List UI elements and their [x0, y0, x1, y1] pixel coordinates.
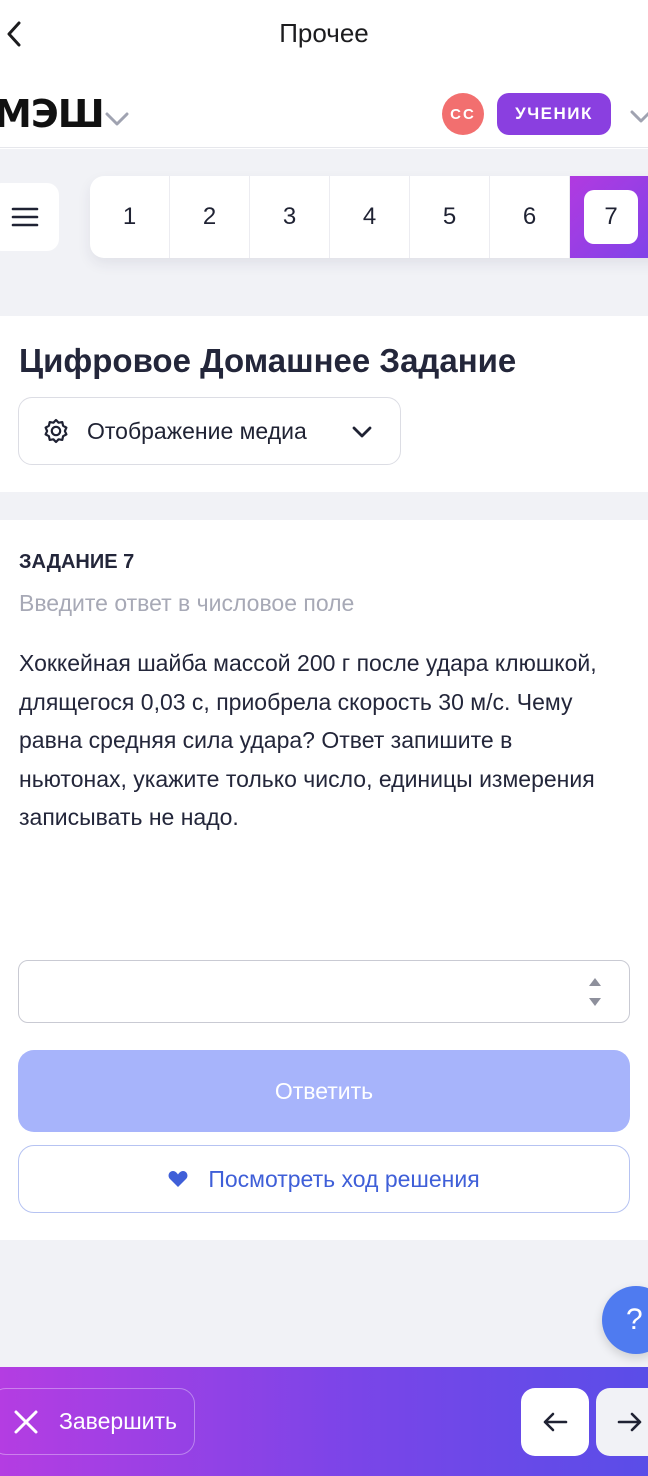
finish-button[interactable]: Завершить: [0, 1388, 195, 1455]
page-title: Цифровое Домашнее Задание: [19, 342, 517, 379]
task-card: ЗАДАНИЕ 7 Введите ответ в числовое поле …: [0, 520, 648, 1240]
task-tab-3[interactable]: 3: [250, 176, 330, 258]
bottom-bar: Завершить: [0, 1367, 648, 1476]
finish-label: Завершить: [59, 1408, 178, 1434]
role-chevron-down-icon[interactable]: [626, 102, 648, 132]
submit-answer-button[interactable]: Ответить: [18, 1050, 630, 1132]
section-divider: [0, 492, 648, 520]
gear-icon: [44, 418, 68, 444]
avatar[interactable]: СС: [442, 93, 484, 135]
hamburger-icon: [11, 207, 38, 227]
task-tabs: 1 2 3 4 5 6 7: [90, 176, 648, 258]
title-card: Цифровое Домашнее Задание Отображение ме…: [0, 316, 648, 492]
task-navigator: 1 2 3 4 5 6 7: [0, 149, 648, 316]
top-bar: Прочее: [0, 0, 648, 68]
chevron-down-icon: [352, 426, 372, 438]
arrow-left-icon: [543, 1412, 568, 1432]
app-logo[interactable]: МЭШ: [0, 92, 105, 136]
media-display-button[interactable]: Отображение медиа: [18, 397, 401, 465]
chevron-down-icon[interactable]: [100, 102, 134, 136]
view-solution-button[interactable]: Посмотреть ход решения: [18, 1145, 630, 1213]
answer-field[interactable]: [18, 960, 630, 1023]
arrow-right-icon: [617, 1412, 642, 1432]
active-task-number: 7: [584, 190, 638, 244]
page-header-title: Прочее: [279, 18, 369, 48]
close-icon: [14, 1410, 38, 1433]
task-tab-2[interactable]: 2: [170, 176, 250, 258]
role-badge[interactable]: УЧЕНИК: [497, 93, 611, 135]
task-text: Хоккейная шайба массой 200 г после удара…: [19, 650, 597, 830]
task-tab-4[interactable]: 4: [330, 176, 410, 258]
menu-button[interactable]: [0, 183, 59, 251]
task-tab-6[interactable]: 6: [490, 176, 570, 258]
task-tab-7-active[interactable]: 7: [570, 176, 648, 258]
number-stepper-icon[interactable]: [587, 975, 603, 1009]
answer-input[interactable]: [19, 961, 579, 1021]
app-header: МЭШ СС УЧЕНИК: [0, 78, 648, 148]
heart-icon: [168, 1171, 188, 1187]
bottom-spacer: [0, 1240, 648, 1367]
previous-task-button[interactable]: [521, 1388, 589, 1456]
view-solution-label: Посмотреть ход решения: [208, 1165, 480, 1192]
media-display-label: Отображение медиа: [87, 417, 307, 444]
task-tab-1[interactable]: 1: [90, 176, 170, 258]
next-task-button[interactable]: [596, 1388, 648, 1456]
task-hint: Введите ответ в числовое поле: [19, 590, 355, 616]
task-label: ЗАДАНИЕ 7: [19, 551, 135, 573]
task-tab-5[interactable]: 5: [410, 176, 490, 258]
